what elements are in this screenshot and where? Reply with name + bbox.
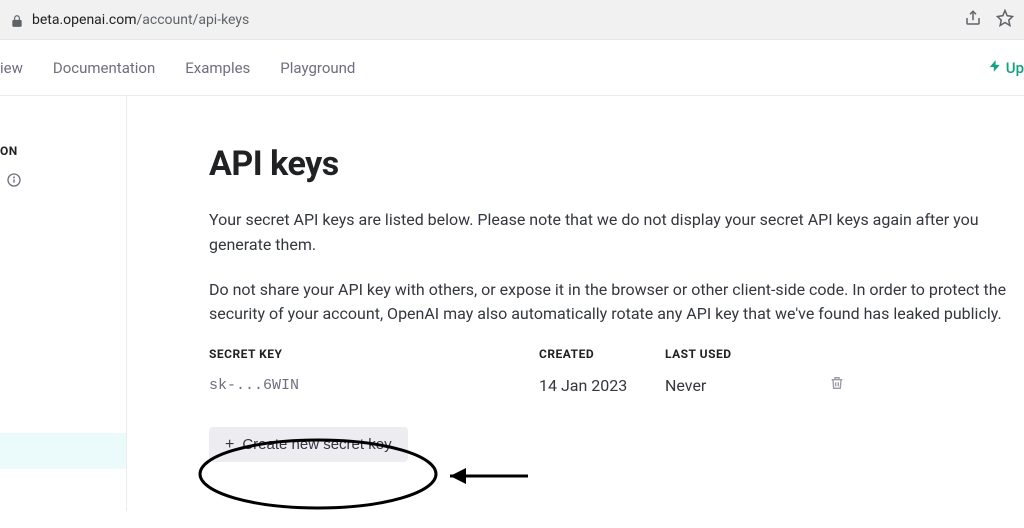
key-value: sk-...6WIN — [209, 377, 539, 394]
table-header: SECRET KEY CREATED LAST USED — [209, 347, 1012, 367]
header-last-used: LAST USED — [665, 347, 815, 361]
main-content: API keys Your secret API keys are listed… — [127, 96, 1024, 511]
nav-link-playground[interactable]: Playground — [280, 59, 355, 77]
nav-link-examples[interactable]: Examples — [185, 59, 250, 77]
sidebar: ON — [0, 96, 127, 511]
page-title: API keys — [209, 144, 1012, 184]
bolt-icon — [988, 59, 1002, 77]
header-created: CREATED — [539, 347, 665, 361]
info-icon[interactable] — [0, 172, 126, 192]
key-last-used: Never — [665, 376, 815, 395]
plus-icon: + — [225, 437, 234, 453]
table-row: sk-...6WIN 14 Jan 2023 Never — [209, 367, 1012, 401]
page-description-2: Do not share your API key with others, o… — [209, 278, 1009, 328]
sidebar-active-item[interactable] — [0, 433, 126, 469]
page-description-1: Your secret API keys are listed below. P… — [209, 208, 1009, 258]
sidebar-section-label: ON — [0, 144, 126, 158]
create-button-label: Create new secret key — [242, 436, 391, 453]
nav-link-documentation[interactable]: Documentation — [53, 59, 155, 77]
upgrade-link[interactable]: Up — [988, 59, 1024, 77]
delete-key-button[interactable] — [829, 376, 845, 395]
url-path: /account/api-keys — [136, 12, 249, 28]
lock-icon — [10, 13, 24, 27]
create-new-secret-key-button[interactable]: + Create new secret key — [209, 427, 408, 462]
nav-link-overview[interactable]: iew — [0, 59, 23, 77]
star-icon[interactable] — [996, 9, 1014, 31]
browser-address-bar: beta.openai.com/account/api-keys — [0, 0, 1024, 40]
header-secret-key: SECRET KEY — [209, 347, 539, 361]
key-created: 14 Jan 2023 — [539, 376, 665, 395]
upgrade-label: Up — [1006, 59, 1024, 77]
url-domain: beta.openai.com — [32, 12, 136, 28]
api-keys-table: SECRET KEY CREATED LAST USED sk-...6WIN … — [209, 347, 1012, 401]
share-icon[interactable] — [964, 9, 982, 31]
top-nav: iew Documentation Examples Playground Up — [0, 40, 1024, 96]
url-text[interactable]: beta.openai.com/account/api-keys — [32, 12, 964, 28]
